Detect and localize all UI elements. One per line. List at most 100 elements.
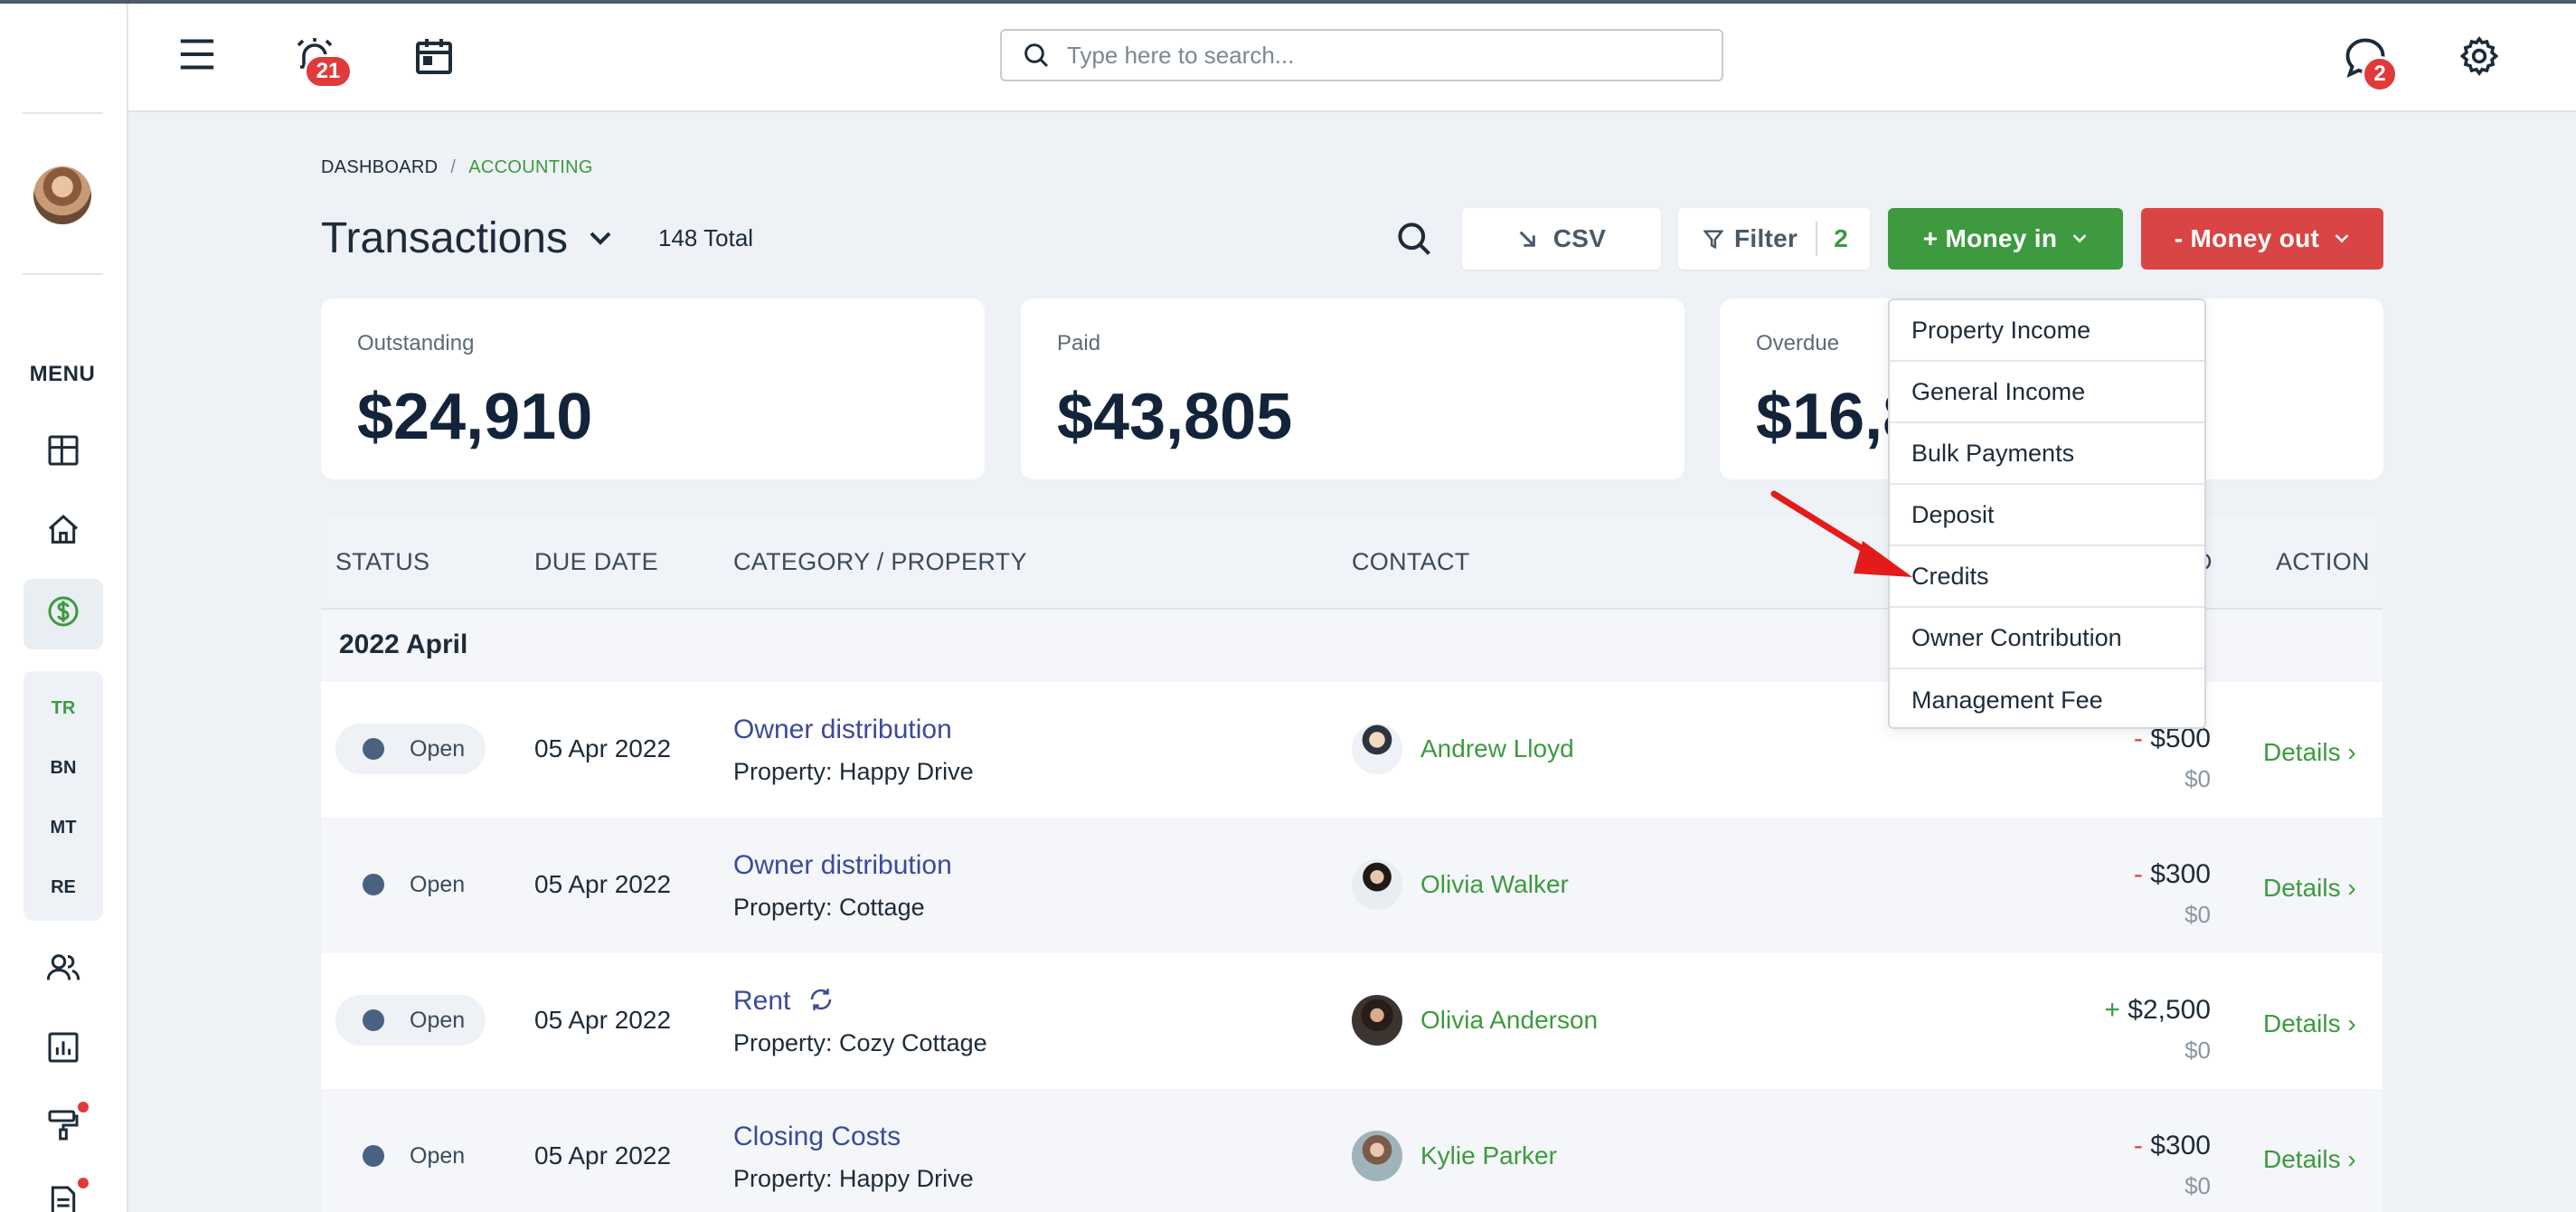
- table-row[interactable]: Open 05 Apr 2022 Closing Costs Property:…: [321, 1089, 2383, 1212]
- filter-count: 2: [1834, 224, 1849, 252]
- contact-name-link[interactable]: Andrew Lloyd: [1420, 734, 1574, 763]
- money-in-label: + Money in: [1922, 224, 2058, 252]
- accounting-submenu: TR BN MT RE: [24, 671, 103, 921]
- status-badge: Open: [335, 859, 486, 910]
- csv-label: CSV: [1552, 224, 1607, 252]
- menu-item-property-income[interactable]: Property Income: [1890, 300, 2204, 362]
- menu-item-general-income[interactable]: General Income: [1890, 362, 2204, 423]
- money-out-label: - Money out: [2174, 224, 2320, 252]
- dashboard-grid-icon[interactable]: [40, 427, 87, 474]
- user-avatar[interactable]: [33, 166, 91, 224]
- search-icon[interactable]: [1389, 213, 1439, 264]
- card-label: Overdue: [1756, 331, 1840, 355]
- property-name: Property: Cottage: [733, 894, 925, 921]
- page-title: Transactions: [321, 214, 568, 262]
- filter-label: Filter: [1734, 224, 1798, 252]
- menu-item-bulk-payments[interactable]: Bulk Payments: [1890, 423, 2204, 485]
- submenu-item-bn[interactable]: BN: [24, 758, 103, 779]
- details-link[interactable]: Details ›: [2263, 874, 2356, 903]
- dollar-circle-icon[interactable]: [40, 588, 87, 635]
- amount-sign: -: [2133, 859, 2143, 889]
- card-label: Outstanding: [357, 331, 475, 355]
- money-in-dropdown: Property Income General Income Bulk Paym…: [1888, 298, 2206, 729]
- filter-funnel-icon: [1703, 230, 1723, 249]
- menu-item-management-fee[interactable]: Management Fee: [1890, 669, 2204, 731]
- amount: + $2,500: [2104, 995, 2211, 1026]
- menu-label: MENU: [29, 362, 96, 386]
- details-link[interactable]: Details ›: [2263, 1145, 2356, 1174]
- contact-avatar: [1352, 859, 1402, 910]
- hamburger-menu-icon[interactable]: [174, 31, 221, 78]
- chevron-down-icon: [590, 232, 611, 245]
- status-dot: [363, 1009, 384, 1031]
- paid-amount: $0: [2184, 1172, 2211, 1199]
- amount-sign: +: [2104, 995, 2120, 1025]
- top-header: 21 2: [128, 4, 2576, 112]
- details-link[interactable]: Details ›: [2263, 1009, 2356, 1038]
- card-label: Paid: [1057, 331, 1101, 355]
- due-date: 05 Apr 2022: [534, 1141, 672, 1169]
- calendar-icon[interactable]: [409, 31, 459, 81]
- contact-name-link[interactable]: Kylie Parker: [1420, 1141, 1557, 1170]
- submenu-item-tr[interactable]: TR: [24, 698, 103, 719]
- chevron-down-icon: [2335, 234, 2349, 243]
- details-link[interactable]: Details ›: [2263, 738, 2356, 767]
- column-header-category[interactable]: CATEGORY / PROPERTY: [733, 548, 1027, 576]
- page-title-dropdown[interactable]: Transactions: [321, 213, 613, 263]
- submenu-item-re[interactable]: RE: [24, 877, 103, 898]
- report-chart-icon[interactable]: [40, 1024, 87, 1071]
- paid-card: Paid $43,805: [1021, 298, 1684, 479]
- csv-export-button[interactable]: CSV: [1462, 208, 1661, 270]
- menu-item-deposit[interactable]: Deposit: [1890, 485, 2204, 546]
- table-row[interactable]: Open 05 Apr 2022 Owner distribution Prop…: [321, 818, 2383, 953]
- money-out-button[interactable]: - Money out: [2141, 208, 2383, 270]
- property-name: Property: Happy Drive: [733, 1165, 974, 1192]
- contact-name-link[interactable]: Olivia Walker: [1420, 870, 1569, 899]
- breadcrumb-separator: /: [450, 157, 457, 177]
- breadcrumb-current: ACCOUNTING: [468, 157, 593, 177]
- notifications-badge: 21: [304, 54, 353, 89]
- filter-button[interactable]: Filter 2: [1678, 208, 1870, 270]
- status-text: Open: [410, 735, 466, 762]
- settings-gear-icon[interactable]: [2454, 31, 2505, 81]
- chevron-down-icon: [2072, 234, 2087, 243]
- arrow-down-right-icon: [1519, 231, 1535, 247]
- status-text: Open: [410, 1142, 466, 1169]
- search-input[interactable]: [1067, 41, 1700, 70]
- breadcrumb-dashboard-link[interactable]: DASHBOARD: [321, 157, 438, 177]
- property-name: Property: Cozy Cottage: [733, 1029, 987, 1056]
- search-icon: [1024, 43, 1049, 68]
- home-icon[interactable]: [40, 507, 87, 554]
- notification-dot: [78, 1178, 89, 1188]
- submenu-item-mt[interactable]: MT: [24, 818, 103, 838]
- category-link[interactable]: Owner distribution: [733, 715, 952, 745]
- status-text: Open: [410, 1007, 466, 1033]
- contact-name-link[interactable]: Olivia Anderson: [1420, 1006, 1598, 1035]
- amount-sign: -: [2133, 1131, 2143, 1160]
- outstanding-card: Outstanding $24,910: [321, 298, 985, 479]
- column-header-contact[interactable]: CONTACT: [1352, 548, 1470, 576]
- contact-avatar: [1352, 995, 1402, 1046]
- due-date: 05 Apr 2022: [534, 870, 672, 898]
- menu-item-owner-contribution[interactable]: Owner Contribution: [1890, 608, 2204, 669]
- table-row[interactable]: Open 05 Apr 2022 Rent Property: Cozy Cot…: [321, 953, 2383, 1089]
- amount: - $300: [2134, 1131, 2211, 1161]
- category-link[interactable]: Rent: [733, 986, 835, 1017]
- filter-divider: [1816, 222, 1818, 256]
- users-icon[interactable]: [40, 944, 87, 991]
- column-header-due-date[interactable]: DUE DATE: [534, 548, 658, 576]
- amount-value: $300: [2150, 859, 2211, 889]
- amount-value: $2,500: [2128, 995, 2211, 1025]
- due-date: 05 Apr 2022: [534, 734, 672, 762]
- property-name: Property: Happy Drive: [733, 758, 974, 785]
- search-bar[interactable]: [1000, 29, 1723, 81]
- sidebar-divider: [23, 273, 103, 275]
- card-value: $24,910: [357, 381, 593, 453]
- category-link[interactable]: Owner distribution: [733, 850, 952, 881]
- category-link[interactable]: Closing Costs: [733, 1122, 901, 1152]
- status-badge: Open: [335, 995, 486, 1046]
- money-in-button[interactable]: + Money in: [1888, 208, 2123, 270]
- menu-item-credits[interactable]: Credits: [1890, 546, 2204, 608]
- status-badge: Open: [335, 1131, 486, 1181]
- column-header-status[interactable]: STATUS: [335, 548, 429, 576]
